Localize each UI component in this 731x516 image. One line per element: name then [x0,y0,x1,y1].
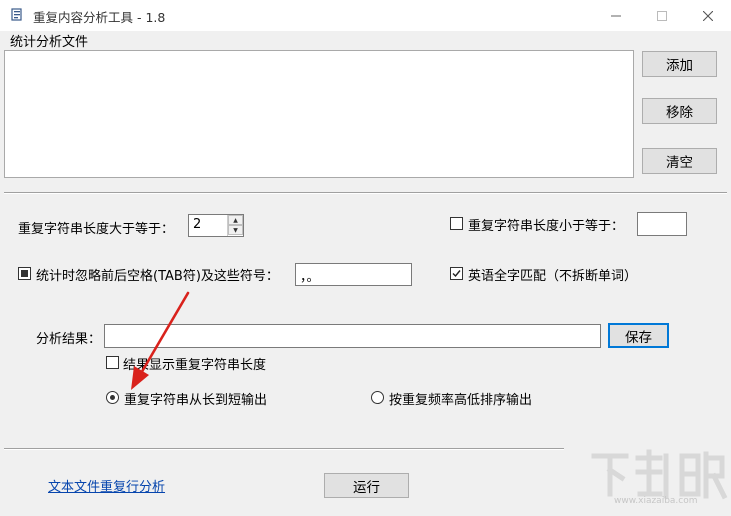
run-button[interactable]: 运行 [324,473,409,498]
text-duplicate-lines-link[interactable]: 文本文件重复行分析 [48,476,165,495]
result-path-input[interactable] [104,324,601,348]
watermark-url: www.xiazaiba.com [614,496,698,506]
files-label: 统计分析文件 [10,35,89,50]
maximize-button[interactable] [639,0,685,31]
window-title: 重复内容分析工具 - 1.8 [33,10,166,25]
spin-up-icon[interactable]: ▲ [228,215,243,225]
minimize-button[interactable] [593,0,639,31]
order-long-short-label: 重复字符串从长到短输出 [124,393,268,408]
divider [4,192,727,194]
save-button[interactable]: 保存 [608,323,669,348]
close-icon [703,10,713,21]
min-length-label: 重复字符串长度大于等于： [18,222,175,237]
order-long-short-radio[interactable] [106,391,119,404]
ignore-symbols-input[interactable]: ，。 [295,263,412,286]
order-frequency-label: 按重复频率高低排序输出 [389,393,533,408]
app-icon [11,8,22,21]
ignore-symbols-value: ，。 [300,270,320,285]
english-match-label: 英语全字匹配（不拆断单词） [468,269,638,284]
ignore-symbols-checkbox[interactable] [18,267,31,280]
remove-file-button[interactable]: 移除 [642,98,717,124]
min-length-value: 2 [193,217,202,232]
file-list[interactable] [4,50,634,178]
clear-files-button[interactable]: 清空 [642,148,717,174]
max-length-checkbox[interactable] [450,217,463,230]
maximize-icon [657,10,667,21]
watermark: www.xiazaiba.com [586,448,731,512]
add-file-button[interactable]: 添加 [642,51,717,77]
show-length-checkbox[interactable] [106,356,119,369]
min-length-spinner[interactable]: ▲ ▼ [227,215,243,236]
check-icon [452,270,461,278]
minimize-icon [611,15,621,16]
ignore-symbols-label: 统计时忽略前后空格(TAB符)及这些符号： [36,269,279,284]
order-frequency-radio[interactable] [371,391,384,404]
bottom-divider [4,448,564,450]
max-length-input[interactable] [637,212,687,236]
show-length-label: 结果显示重复字符串长度 [123,358,267,373]
english-match-checkbox[interactable] [450,267,463,280]
spin-down-icon[interactable]: ▼ [228,225,243,235]
title-bar: 重复内容分析工具 - 1.8 [0,0,731,31]
close-button[interactable] [685,0,731,31]
max-length-label: 重复字符串长度小于等于： [468,219,625,234]
result-label: 分析结果： [36,332,102,347]
